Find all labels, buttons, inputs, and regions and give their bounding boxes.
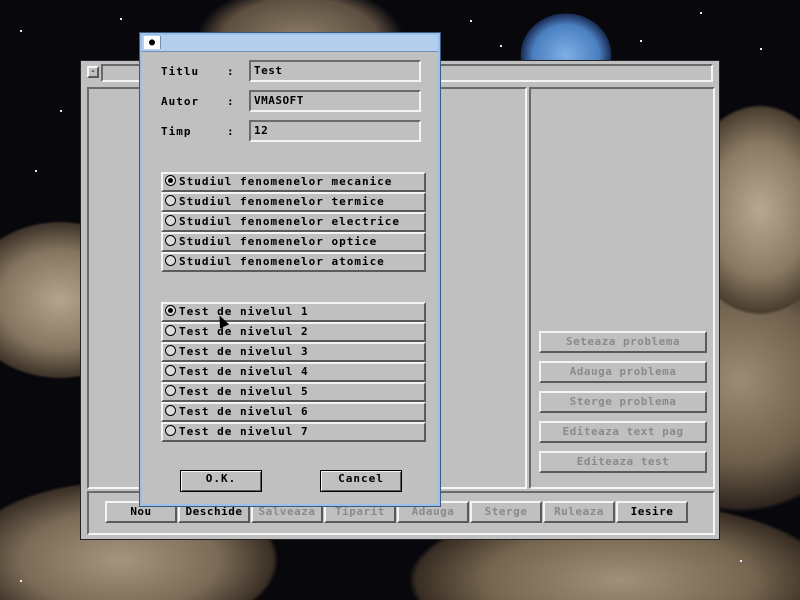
title-label: Titlu — [161, 65, 200, 78]
radio-label: Studiul fenomenelor electrice — [179, 215, 401, 228]
radio-empty-icon — [165, 195, 176, 206]
add-problem-button[interactable]: Adauga problema — [539, 361, 707, 383]
radio-termice[interactable]: Studiul fenomenelor termice — [161, 192, 426, 212]
radio-electrice[interactable]: Studiul fenomenelor electrice — [161, 212, 426, 232]
desktop: { "main_window": { "right_buttons": ["Se… — [0, 0, 800, 600]
author-input[interactable]: VMASOFT — [249, 90, 421, 112]
radio-label: Studiul fenomenelor atomice — [179, 255, 385, 268]
run-button[interactable]: Ruleaza — [543, 501, 615, 523]
radio-label: Test de nivelul 1 — [179, 305, 309, 318]
radio-label: Test de nivelul 2 — [179, 325, 309, 338]
radio-empty-icon — [165, 385, 176, 396]
radio-level-5[interactable]: Test de nivelul 5 — [161, 382, 426, 402]
radio-empty-icon — [165, 255, 176, 266]
time-colon: : — [227, 125, 234, 138]
edit-test-button[interactable]: Editeaza test — [539, 451, 707, 473]
radio-optice[interactable]: Studiul fenomenelor optice — [161, 232, 426, 252]
radio-level-1[interactable]: Test de nivelul 1 — [161, 302, 426, 322]
time-input[interactable]: 12 — [249, 120, 421, 142]
delete-problem-button[interactable]: Sterge problema — [539, 391, 707, 413]
time-label: Timp — [161, 125, 192, 138]
edit-page-text-button[interactable]: Editeaza text pag — [539, 421, 707, 443]
dialog-system-menu-icon[interactable]: ● — [144, 36, 161, 49]
radio-empty-icon — [165, 325, 176, 336]
title-colon: : — [227, 65, 234, 78]
radio-level-4[interactable]: Test de nivelul 4 — [161, 362, 426, 382]
exit-button[interactable]: Iesire — [616, 501, 688, 523]
set-problem-button[interactable]: Seteaza problema — [539, 331, 707, 353]
radio-empty-icon — [165, 425, 176, 436]
radio-empty-icon — [165, 405, 176, 416]
delete-button[interactable]: Sterge — [470, 501, 542, 523]
cancel-button[interactable]: Cancel — [320, 470, 402, 492]
radio-label: Test de nivelul 3 — [179, 345, 309, 358]
radio-empty-icon — [165, 215, 176, 226]
radio-label: Studiul fenomenelor optice — [179, 235, 378, 248]
radio-label: Test de nivelul 5 — [179, 385, 309, 398]
problem-panel: Seteaza problema Adauga problema Sterge … — [529, 87, 715, 489]
radio-level-6[interactable]: Test de nivelul 6 — [161, 402, 426, 422]
radio-empty-icon — [165, 345, 176, 356]
dialog-titlebar: ● — [142, 35, 438, 52]
ok-button[interactable]: O.K. — [180, 470, 262, 492]
test-properties-dialog: ● Titlu : Test Autor : VMASOFT Timp : 12… — [140, 33, 440, 506]
radio-label: Test de nivelul 7 — [179, 425, 309, 438]
radio-label: Studiul fenomenelor mecanice — [179, 175, 393, 188]
radio-empty-icon — [165, 365, 176, 376]
radio-label: Test de nivelul 4 — [179, 365, 309, 378]
author-label: Autor — [161, 95, 200, 108]
radio-atomice[interactable]: Studiul fenomenelor atomice — [161, 252, 426, 272]
main-system-menu-icon[interactable]: - — [87, 66, 99, 78]
title-input[interactable]: Test — [249, 60, 421, 82]
radio-selected-icon — [165, 305, 176, 316]
radio-empty-icon — [165, 235, 176, 246]
author-colon: : — [227, 95, 234, 108]
radio-selected-icon — [165, 175, 176, 186]
radio-level-7[interactable]: Test de nivelul 7 — [161, 422, 426, 442]
radio-label: Test de nivelul 6 — [179, 405, 309, 418]
radio-mecanice[interactable]: Studiul fenomenelor mecanice — [161, 172, 426, 192]
radio-label: Studiul fenomenelor termice — [179, 195, 385, 208]
radio-level-2[interactable]: Test de nivelul 2 — [161, 322, 426, 342]
radio-level-3[interactable]: Test de nivelul 3 — [161, 342, 426, 362]
